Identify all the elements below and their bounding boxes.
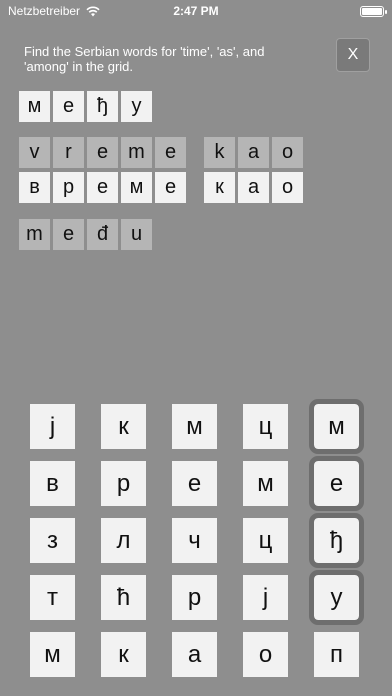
wifi-icon — [86, 6, 100, 16]
grid-cell[interactable]: т — [30, 575, 75, 620]
hint-letter-tile: е — [87, 172, 118, 203]
hint-letter-tile: e — [53, 219, 84, 250]
hint-letter-tile: r — [53, 137, 84, 168]
hint-letter-tile: e — [155, 137, 186, 168]
found-letter-tile: ђ — [87, 91, 118, 122]
hint-letter-tile: a — [238, 137, 269, 168]
grid-cell[interactable]: а — [172, 632, 217, 677]
hint-latin-row-1: vreme — [19, 137, 186, 168]
grid-cell[interactable]: ћ — [101, 575, 146, 620]
hint-letter-tile: k — [204, 137, 235, 168]
grid-cell[interactable]: о — [243, 632, 288, 677]
grid-cell[interactable]: м — [30, 632, 75, 677]
status-left: Netzbetreiber — [8, 4, 100, 18]
grid-cell[interactable]: к — [101, 404, 146, 449]
close-button[interactable]: X — [336, 38, 370, 72]
hint-letter-tile: u — [121, 219, 152, 250]
grid-cell[interactable]: е — [309, 456, 364, 511]
hint-letter-tile: v — [19, 137, 50, 168]
grid-cell[interactable]: е — [172, 461, 217, 506]
grid-cell[interactable]: ц — [243, 518, 288, 563]
grid-cell[interactable]: ц — [243, 404, 288, 449]
grid-cell[interactable]: ђ — [309, 513, 364, 568]
grid-cell[interactable]: п — [314, 632, 359, 677]
found-letter-tile: м — [19, 91, 50, 122]
hint-letter-tile: đ — [87, 219, 118, 250]
hint-letter-tile: к — [204, 172, 235, 203]
found-letter-tile: у — [121, 91, 152, 122]
hint-cyrillic-row-1: време — [19, 172, 186, 203]
grid-cell[interactable]: ј — [30, 404, 75, 449]
grid-cell[interactable]: м — [309, 399, 364, 454]
hint-letter-tile: р — [53, 172, 84, 203]
grid-cell[interactable]: л — [101, 518, 146, 563]
battery-fill — [362, 7, 382, 15]
carrier-label: Netzbetreiber — [8, 4, 81, 18]
hint-latin-row-3: među — [19, 219, 152, 250]
hint-letter-tile: e — [87, 137, 118, 168]
grid-cell[interactable]: р — [101, 461, 146, 506]
battery-icon — [360, 5, 387, 17]
letter-grid: јкмцмвремезлчцђтћрјумкаоп — [30, 399, 364, 677]
hint-letter-tile: o — [272, 137, 303, 168]
grid-cell[interactable]: р — [172, 575, 217, 620]
status-bar: Netzbetreiber 2:47 PM — [0, 0, 392, 22]
hint-letter-tile: о — [272, 172, 303, 203]
found-word-row: међу — [19, 91, 152, 122]
hint-latin-row-2: kao — [204, 137, 303, 168]
grid-cell[interactable]: у — [309, 570, 364, 625]
hint-letter-tile: m — [19, 219, 50, 250]
hint-cyrillic-row-2: као — [204, 172, 303, 203]
grid-cell[interactable]: ј — [243, 575, 288, 620]
hint-letter-tile: е — [155, 172, 186, 203]
hint-letter-tile: m — [121, 137, 152, 168]
grid-cell[interactable]: к — [101, 632, 146, 677]
hint-letter-tile: м — [121, 172, 152, 203]
grid-cell[interactable]: в — [30, 461, 75, 506]
hint-letter-tile: в — [19, 172, 50, 203]
grid-cell[interactable]: ч — [172, 518, 217, 563]
grid-cell[interactable]: м — [243, 461, 288, 506]
hint-letter-tile: а — [238, 172, 269, 203]
instructions-text: Find the Serbian words for 'time', 'as',… — [24, 44, 265, 74]
grid-cell[interactable]: м — [172, 404, 217, 449]
grid-cell[interactable]: з — [30, 518, 75, 563]
found-letter-tile: е — [53, 91, 84, 122]
